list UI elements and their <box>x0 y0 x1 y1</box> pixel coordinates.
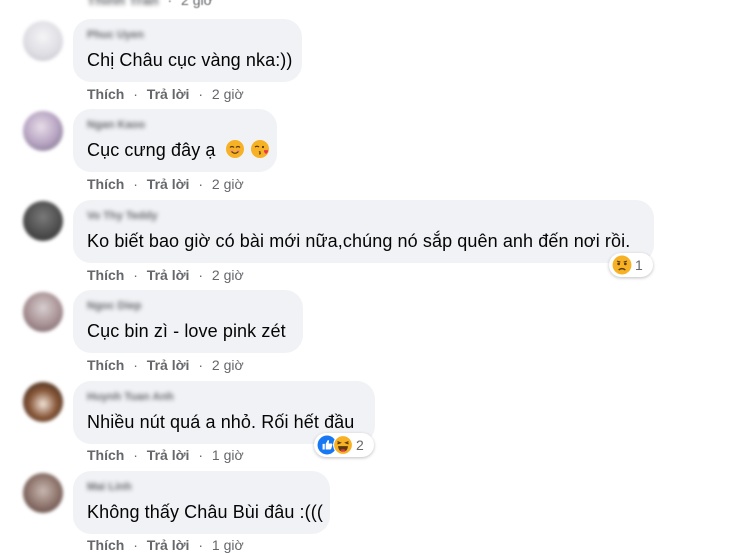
separator-dot: · <box>198 537 203 553</box>
avatar[interactable] <box>23 382 63 422</box>
comment-text-content: Cục cưng đây ạ <box>87 140 216 160</box>
comment-actions: Thích · Trả lời · 2 giờ <box>87 86 244 102</box>
avatar[interactable] <box>23 21 63 61</box>
reaction-count: 2 <box>356 437 364 453</box>
reaction-count: 1 <box>635 257 643 273</box>
comment-time[interactable]: 2 giờ <box>212 86 244 102</box>
reply-button[interactable]: Trả lời <box>147 267 190 283</box>
comment-text: Chị Châu cục vàng nka:)) <box>87 50 293 70</box>
comment-text: Cục cưng đây ạ <box>87 140 270 161</box>
comment-actions: Thích · Trả lời · 1 giờ <box>87 447 244 463</box>
separator-dot: · <box>198 447 203 463</box>
smiling-emoji-icon <box>225 140 244 159</box>
comment-text: Nhiều nút quá a nhỏ. Rối hết đầu <box>87 412 355 432</box>
comment-time[interactable]: 2 giờ <box>212 176 244 192</box>
comment-bubble: Vo Thy Teddy Ko biết bao giờ có bài mới … <box>73 200 654 263</box>
separator-dot: · <box>167 0 173 8</box>
separator-dot: · <box>133 176 138 192</box>
comment-bubble: Ngoc Diep Cục bin zì - love pink zét <box>73 290 303 353</box>
author-name-cut[interactable]: Thinh Tran <box>87 0 159 8</box>
separator-dot: · <box>133 86 138 102</box>
avatar[interactable] <box>23 111 63 151</box>
kissing-heart-emoji-icon <box>250 140 269 159</box>
reply-button[interactable]: Trả lời <box>147 86 190 102</box>
comment-actions: Thích · Trả lời · 2 giờ <box>87 357 244 373</box>
comment-actions: Thích · Trả lời · 1 giờ <box>87 537 244 553</box>
comment-author[interactable]: Phuc Uyen <box>87 29 144 41</box>
like-button[interactable]: Thích <box>87 176 124 192</box>
separator-dot: · <box>133 267 138 283</box>
comment-author[interactable]: Huynh Tuan Anh <box>87 391 174 403</box>
like-button[interactable]: Thích <box>87 357 124 373</box>
comment-time[interactable]: 1 giờ <box>212 447 244 463</box>
comment-text: Cục bin zì - love pink zét <box>87 321 286 341</box>
comment-author[interactable]: Ngan Kaoo <box>87 119 145 131</box>
separator-dot: · <box>133 537 138 553</box>
comment-bubble: Mai Linh Không thấy Châu Bùi đâu :((( <box>73 471 330 534</box>
avatar[interactable] <box>23 201 63 241</box>
comment-time[interactable]: 1 giờ <box>212 537 244 553</box>
comment-bubble: Ngan Kaoo Cục cưng đây ạ <box>73 109 277 172</box>
comment-author[interactable]: Mai Linh <box>87 481 132 493</box>
comment-bubble: Phuc Uyen Chị Châu cục vàng nka:)) <box>73 19 302 82</box>
like-button[interactable]: Thích <box>87 447 124 463</box>
comment-time[interactable]: 2 giờ <box>212 267 244 283</box>
comment-time[interactable]: 2 giờ <box>212 357 244 373</box>
sad-reaction-icon <box>612 255 632 275</box>
reply-button[interactable]: Trả lời <box>147 447 190 463</box>
like-button[interactable]: Thích <box>87 267 124 283</box>
reaction-summary[interactable]: 2 <box>314 433 374 457</box>
comment-actions: Thinh Tran · 2 giờ <box>87 0 213 8</box>
avatar[interactable] <box>23 473 63 513</box>
comment-author[interactable]: Ngoc Diep <box>87 300 141 312</box>
like-button[interactable]: Thích <box>87 537 124 553</box>
separator-dot: · <box>198 176 203 192</box>
comment-text: Ko biết bao giờ có bài mới nữa,chúng nó … <box>87 231 631 251</box>
comment-author[interactable]: Vo Thy Teddy <box>87 210 158 222</box>
separator-dot: · <box>133 357 138 373</box>
haha-reaction-icon <box>333 435 353 455</box>
avatar[interactable] <box>23 292 63 332</box>
reply-button[interactable]: Trả lời <box>147 176 190 192</box>
comment-actions: Thích · Trả lời · 2 giờ <box>87 267 244 283</box>
comment-text: Không thấy Châu Bùi đâu :((( <box>87 502 323 522</box>
reply-button[interactable]: Trả lời <box>147 357 190 373</box>
reaction-summary[interactable]: 1 <box>609 253 653 277</box>
separator-dot: · <box>198 357 203 373</box>
reply-button[interactable]: Trả lời <box>147 537 190 553</box>
separator-dot: · <box>198 267 203 283</box>
separator-dot: · <box>198 86 203 102</box>
comment-actions: Thích · Trả lời · 2 giờ <box>87 176 244 192</box>
separator-dot: · <box>133 447 138 463</box>
like-button[interactable]: Thích <box>87 86 124 102</box>
comment-time[interactable]: 2 giờ <box>181 0 213 8</box>
